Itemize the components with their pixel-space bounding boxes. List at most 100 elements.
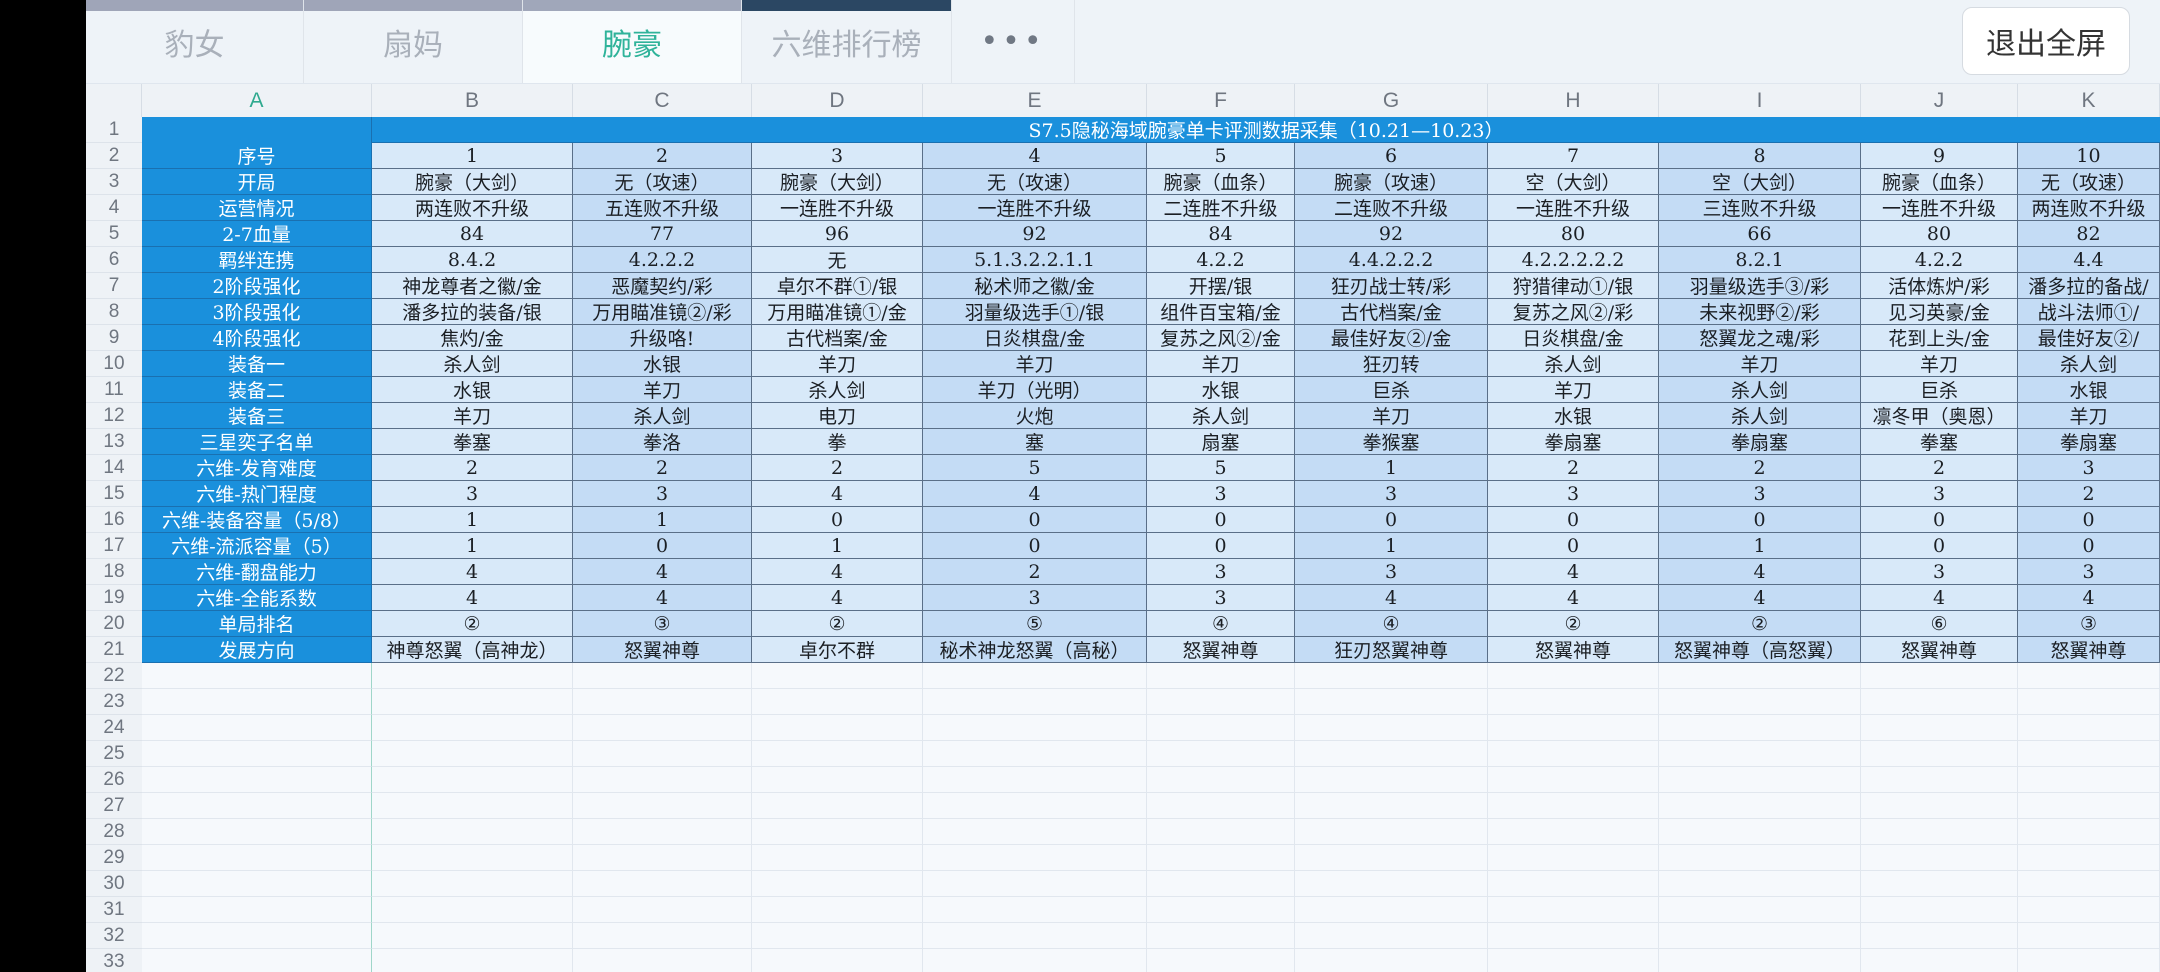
- data-cell[interactable]: 拳: [752, 429, 923, 455]
- data-cell[interactable]: 4: [573, 559, 752, 585]
- empty-cell[interactable]: [573, 923, 752, 949]
- data-cell[interactable]: ②: [372, 611, 573, 637]
- empty-cell[interactable]: [2018, 871, 2160, 897]
- data-cell[interactable]: 二连败不升级: [1295, 195, 1488, 221]
- data-cell[interactable]: 4.2.2.2.2.2: [1488, 247, 1659, 273]
- data-cell[interactable]: 扇塞: [1147, 429, 1295, 455]
- empty-cell[interactable]: [1861, 819, 2018, 845]
- data-cell[interactable]: 卓尔不群①/银: [752, 273, 923, 299]
- data-cell[interactable]: 升级咯!: [573, 325, 752, 351]
- empty-cell[interactable]: [923, 923, 1147, 949]
- row-label-cell[interactable]: 发展方向: [142, 637, 372, 663]
- empty-cell[interactable]: [1861, 767, 2018, 793]
- empty-cell[interactable]: [573, 663, 752, 689]
- data-cell[interactable]: 杀人剑: [573, 403, 752, 429]
- data-cell[interactable]: 电刀: [752, 403, 923, 429]
- data-cell[interactable]: 2: [1659, 455, 1861, 481]
- data-cell[interactable]: 无（攻速）: [2018, 169, 2160, 195]
- data-cell[interactable]: 84: [1147, 221, 1295, 247]
- data-cell[interactable]: 一连胜不升级: [1488, 195, 1659, 221]
- column-header-a[interactable]: A: [142, 84, 372, 117]
- empty-cell[interactable]: [1659, 663, 1861, 689]
- row-label-cell[interactable]: 序号: [142, 143, 372, 169]
- empty-cell[interactable]: [1295, 819, 1488, 845]
- data-cell[interactable]: 4: [923, 143, 1147, 169]
- empty-cell[interactable]: [142, 663, 372, 689]
- empty-cell[interactable]: [1295, 767, 1488, 793]
- empty-cell[interactable]: [2018, 897, 2160, 923]
- empty-cell[interactable]: [1861, 715, 2018, 741]
- empty-cell[interactable]: [142, 689, 372, 715]
- empty-cell[interactable]: [372, 715, 573, 741]
- data-cell[interactable]: 狩猎律动①/银: [1488, 273, 1659, 299]
- row-header[interactable]: 16: [86, 507, 142, 533]
- data-cell[interactable]: 5.1.3.2.2.1.1: [923, 247, 1147, 273]
- data-cell[interactable]: 1: [573, 507, 752, 533]
- empty-cell[interactable]: [752, 663, 923, 689]
- data-cell[interactable]: 0: [1295, 507, 1488, 533]
- empty-cell[interactable]: [1147, 767, 1295, 793]
- empty-cell[interactable]: [1488, 741, 1659, 767]
- data-cell[interactable]: 0: [2018, 533, 2160, 559]
- empty-cell[interactable]: [1488, 897, 1659, 923]
- empty-cell[interactable]: [1295, 949, 1488, 972]
- data-cell[interactable]: 水银: [2018, 377, 2160, 403]
- data-cell[interactable]: 0: [2018, 507, 2160, 533]
- data-cell[interactable]: 拳塞: [1861, 429, 2018, 455]
- row-header[interactable]: 3: [86, 169, 142, 195]
- column-header-b[interactable]: B: [372, 84, 573, 117]
- data-cell[interactable]: 羊刀: [1295, 403, 1488, 429]
- data-cell[interactable]: 万用瞄准镜②/彩: [573, 299, 752, 325]
- empty-cell[interactable]: [573, 689, 752, 715]
- data-cell[interactable]: ③: [573, 611, 752, 637]
- data-cell[interactable]: 水银: [372, 377, 573, 403]
- data-cell[interactable]: 1: [1659, 533, 1861, 559]
- data-cell[interactable]: 3: [573, 481, 752, 507]
- empty-cell[interactable]: [372, 871, 573, 897]
- data-cell[interactable]: 杀人剑: [372, 351, 573, 377]
- data-cell[interactable]: 水银: [1147, 377, 1295, 403]
- data-cell[interactable]: 空（大剑）: [1488, 169, 1659, 195]
- data-cell[interactable]: 96: [752, 221, 923, 247]
- row-header[interactable]: 2: [86, 143, 142, 169]
- data-cell[interactable]: 腕豪（血条）: [1861, 169, 2018, 195]
- empty-cell[interactable]: [1147, 689, 1295, 715]
- data-cell[interactable]: ③: [2018, 611, 2160, 637]
- data-cell[interactable]: 3: [752, 143, 923, 169]
- data-cell[interactable]: 怒翼神尊: [2018, 637, 2160, 663]
- empty-cell[interactable]: [923, 949, 1147, 972]
- data-cell[interactable]: 花到上头/金: [1861, 325, 2018, 351]
- empty-cell[interactable]: [2018, 949, 2160, 972]
- data-cell[interactable]: 4: [372, 559, 573, 585]
- row-header[interactable]: 10: [86, 351, 142, 377]
- data-cell[interactable]: 2: [752, 455, 923, 481]
- data-cell[interactable]: 4: [1295, 585, 1488, 611]
- data-cell[interactable]: 5: [1147, 455, 1295, 481]
- empty-cell[interactable]: [372, 767, 573, 793]
- data-cell[interactable]: 秘术师之徽/金: [923, 273, 1147, 299]
- data-cell[interactable]: 2: [2018, 481, 2160, 507]
- data-cell[interactable]: 2: [923, 559, 1147, 585]
- data-cell[interactable]: ⑥: [1861, 611, 2018, 637]
- empty-cell[interactable]: [2018, 689, 2160, 715]
- row-header[interactable]: 21: [86, 637, 142, 663]
- row-header[interactable]: 18: [86, 559, 142, 585]
- data-cell[interactable]: 狂刃怒翼神尊: [1295, 637, 1488, 663]
- empty-cell[interactable]: [1295, 897, 1488, 923]
- data-cell[interactable]: 8.4.2: [372, 247, 573, 273]
- empty-cell[interactable]: [1488, 819, 1659, 845]
- empty-cell[interactable]: [1147, 715, 1295, 741]
- sheet-title-cell[interactable]: S7.5隐秘海域腕豪单卡评测数据采集（10.21—10.23）: [372, 117, 2160, 143]
- data-cell[interactable]: 3: [1295, 559, 1488, 585]
- data-cell[interactable]: 一连胜不升级: [923, 195, 1147, 221]
- empty-cell[interactable]: [142, 845, 372, 871]
- tab-baonv[interactable]: 豹女: [86, 0, 304, 83]
- data-cell[interactable]: 3: [372, 481, 573, 507]
- data-cell[interactable]: 羊刀: [752, 351, 923, 377]
- data-cell[interactable]: 组件百宝箱/金: [1147, 299, 1295, 325]
- row-label-cell[interactable]: 3阶段强化: [142, 299, 372, 325]
- row-header[interactable]: 24: [86, 715, 142, 741]
- data-cell[interactable]: 羊刀: [1659, 351, 1861, 377]
- empty-cell[interactable]: [1659, 767, 1861, 793]
- empty-cell[interactable]: [573, 741, 752, 767]
